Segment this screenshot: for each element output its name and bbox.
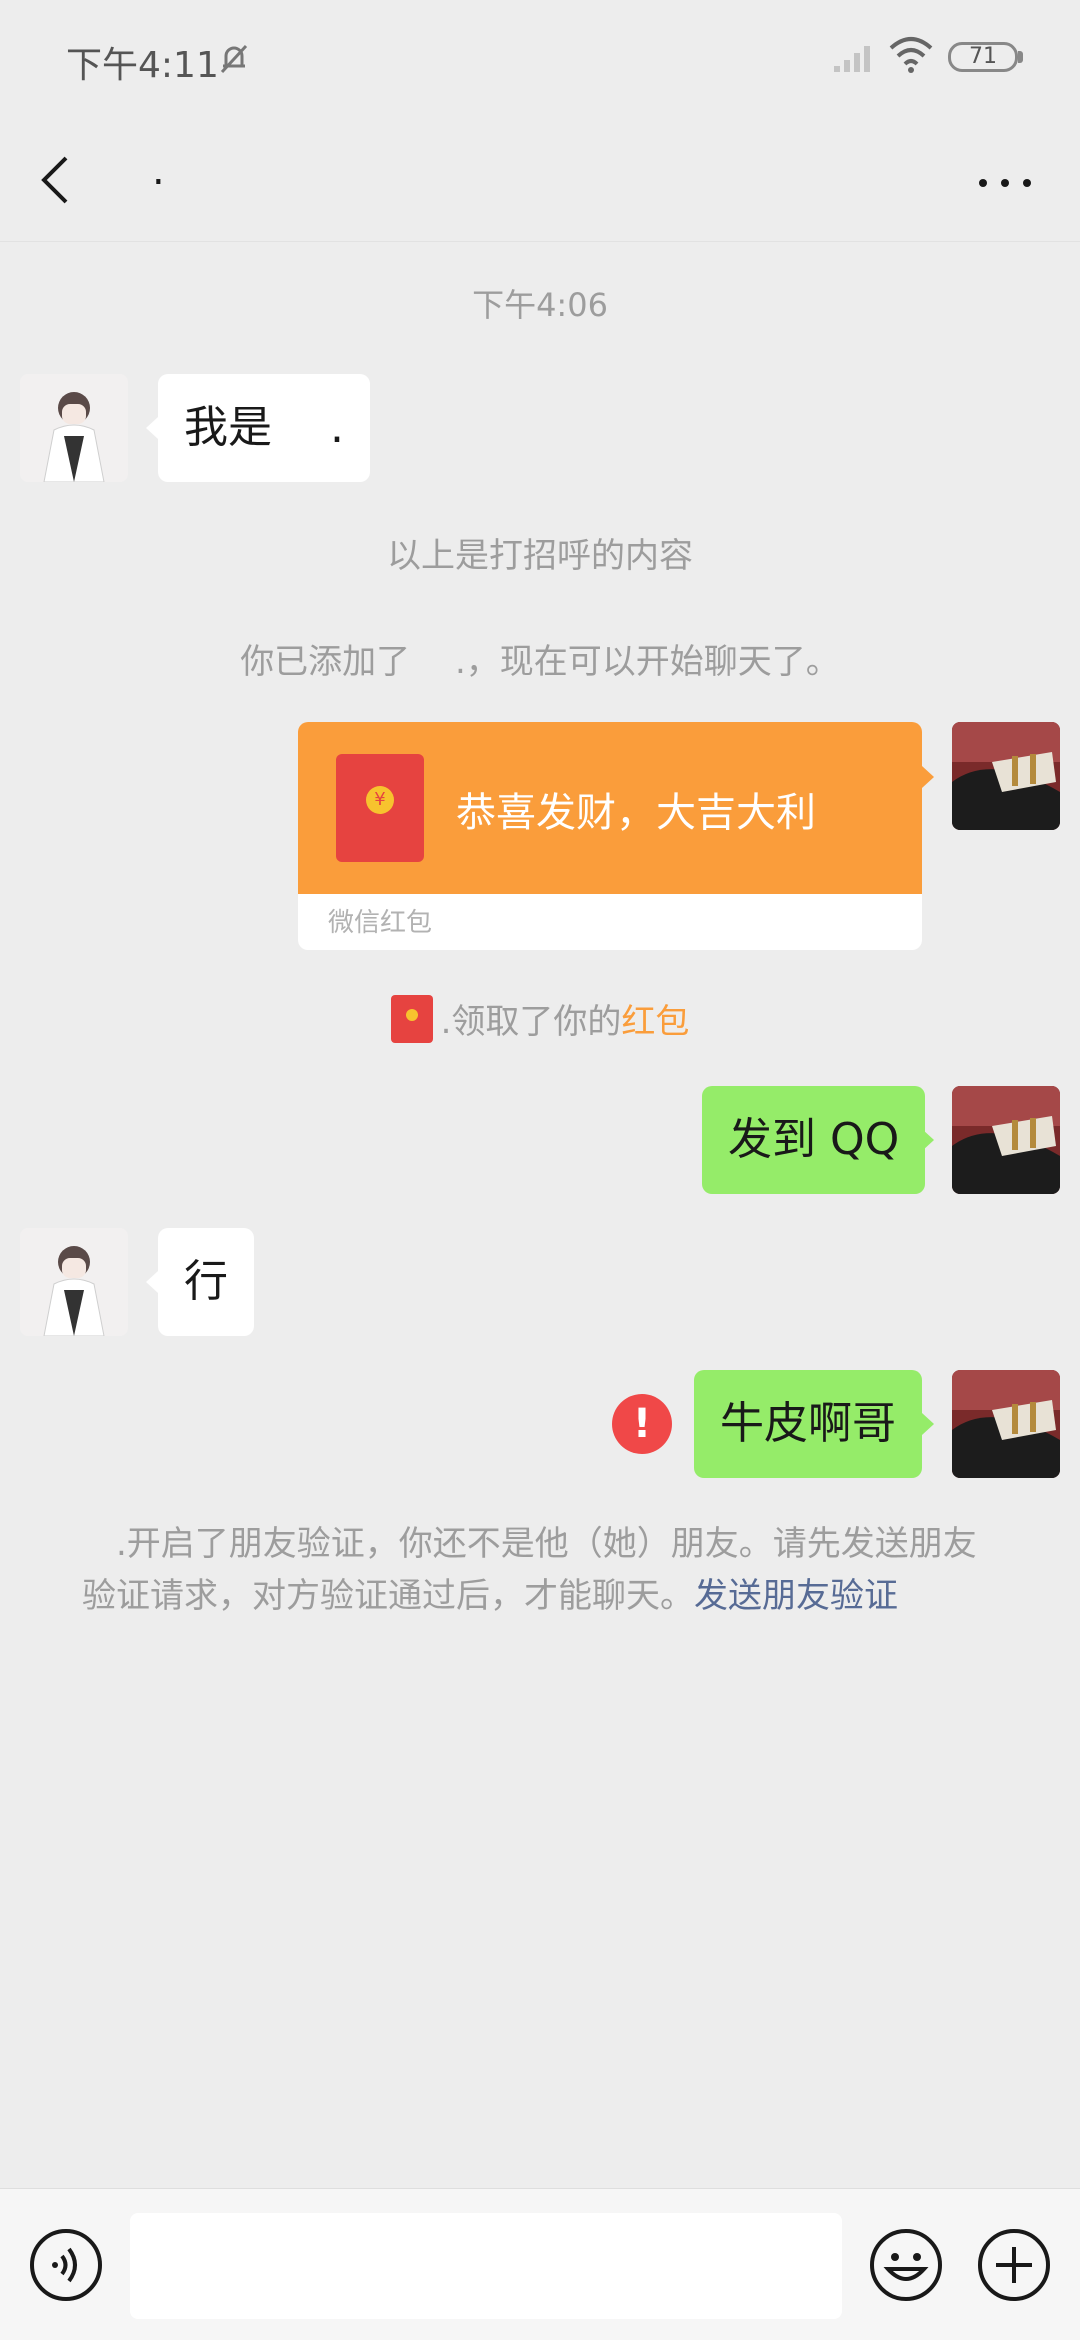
message-input[interactable] [130, 2213, 842, 2319]
back-arrow-icon[interactable] [30, 144, 90, 216]
bubble-tail [922, 1129, 934, 1151]
signal-icon [834, 46, 870, 72]
chat-header: . [0, 118, 1080, 242]
my-avatar[interactable] [952, 1370, 1060, 1478]
message-bubble-incoming[interactable]: 我是 . [158, 374, 370, 482]
emoji-icon[interactable] [868, 2227, 944, 2303]
red-packet-received-notice: .领取了你的红包 [0, 994, 1080, 1043]
message-bubble-outgoing[interactable]: 发到 QQ [702, 1086, 926, 1194]
plus-icon[interactable] [976, 2227, 1052, 2303]
contact-avatar[interactable] [20, 374, 128, 482]
bubble-tail [146, 1271, 158, 1293]
bubble-tail [146, 417, 158, 439]
input-bar [0, 2188, 1080, 2340]
bell-muted-icon [220, 44, 248, 74]
red-packet-body: ¥ 恭喜发财，大吉大利 [298, 722, 922, 894]
my-avatar[interactable] [952, 1086, 1060, 1194]
red-packet-message[interactable]: ¥ 恭喜发财，大吉大利 微信红包 [298, 722, 922, 950]
more-dots-icon[interactable] [970, 158, 1040, 208]
contact-avatar[interactable] [20, 1228, 128, 1336]
yuan-coin-icon: ¥ [366, 786, 394, 814]
my-avatar[interactable] [952, 722, 1060, 830]
friend-added-notice: 你已添加了 .，现在可以开始聊天了。 [240, 642, 840, 682]
message-bubble-incoming[interactable]: 行 [158, 1228, 254, 1336]
message-bubble-outgoing[interactable]: 牛皮啊哥 [694, 1370, 922, 1478]
red-packet-link[interactable]: 红包 [621, 1002, 689, 1042]
status-bar: 下午4:11 71 [0, 0, 1080, 118]
message-timestamp: 下午4:06 [472, 286, 608, 324]
chat-title: . [152, 148, 165, 194]
status-time: 下午4:11 [66, 45, 219, 86]
wifi-icon [889, 37, 933, 73]
bubble-tail [922, 1413, 934, 1435]
voice-icon[interactable] [28, 2227, 104, 2303]
send-verification-link[interactable]: 发送朋友验证 [694, 1576, 898, 1616]
red-packet-footer: 微信红包 [328, 908, 433, 938]
red-packet-greeting: 恭喜发财，大吉大利 [456, 790, 816, 836]
red-packet-icon: ¥ [336, 754, 424, 862]
friend-verification-notice: .开启了朋友验证，你还不是他（她）朋友。请先发送朋友验证请求，对方验证通过后，才… [82, 1518, 982, 1622]
received-text: .领取了你的 [440, 1002, 622, 1042]
send-failed-error-icon[interactable]: ! [612, 1394, 672, 1454]
battery-tip [1018, 51, 1023, 63]
red-packet-icon [390, 995, 433, 1043]
greeting-notice: 以上是打招呼的内容 [387, 536, 693, 576]
bubble-tail [922, 766, 934, 788]
battery-indicator: 71 [948, 42, 1018, 72]
